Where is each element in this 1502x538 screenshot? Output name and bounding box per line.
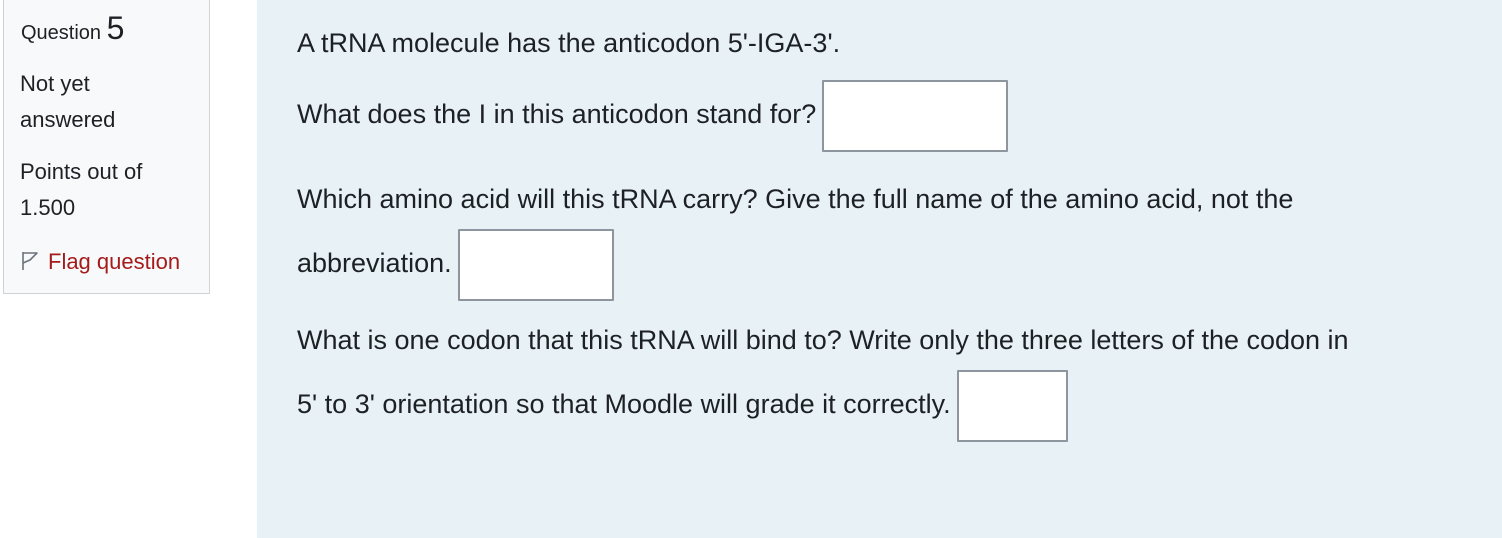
- question-content: A tRNA molecule has the anticodon 5'-IGA…: [257, 0, 1502, 538]
- question-number-heading: Question 5: [21, 12, 124, 44]
- question-info-panel: Question 5 Not yet answered Points out o…: [3, 0, 210, 294]
- subquestion-1: What does the I in this anticodon stand …: [297, 80, 1009, 152]
- subquestion-3-line-2: 5' to 3' orientation so that Moodle will…: [297, 389, 951, 420]
- question-state: Not yet answered: [20, 71, 116, 132]
- answer-field-3[interactable]: [956, 370, 1068, 442]
- answer-field-1[interactable]: [822, 80, 1009, 152]
- flag-question-label: Flag question: [48, 249, 181, 274]
- subquestion-3: What is one codon that this tRNA will bi…: [297, 311, 1349, 442]
- question-grade: Points out of 1.500: [20, 159, 143, 220]
- question-number: 5: [106, 10, 125, 46]
- question-intro: A tRNA molecule has the anticodon 5'-IGA…: [297, 28, 841, 58]
- subquestion-1-text: What does the I in this anticodon stand …: [297, 99, 817, 130]
- subquestion-2-line-1: Which amino acid will this tRNA carry? G…: [297, 184, 1294, 214]
- subquestion-2: Which amino acid will this tRNA carry? G…: [297, 170, 1293, 301]
- question-label: Question: [21, 22, 102, 44]
- answer-field-2[interactable]: [457, 229, 614, 301]
- flag-question-link[interactable]: Flag question: [20, 244, 180, 280]
- subquestion-2-line-2: abbreviation.: [297, 248, 452, 279]
- flag-icon: [22, 252, 38, 270]
- subquestion-3-line-1: What is one codon that this tRNA will bi…: [297, 325, 1349, 355]
